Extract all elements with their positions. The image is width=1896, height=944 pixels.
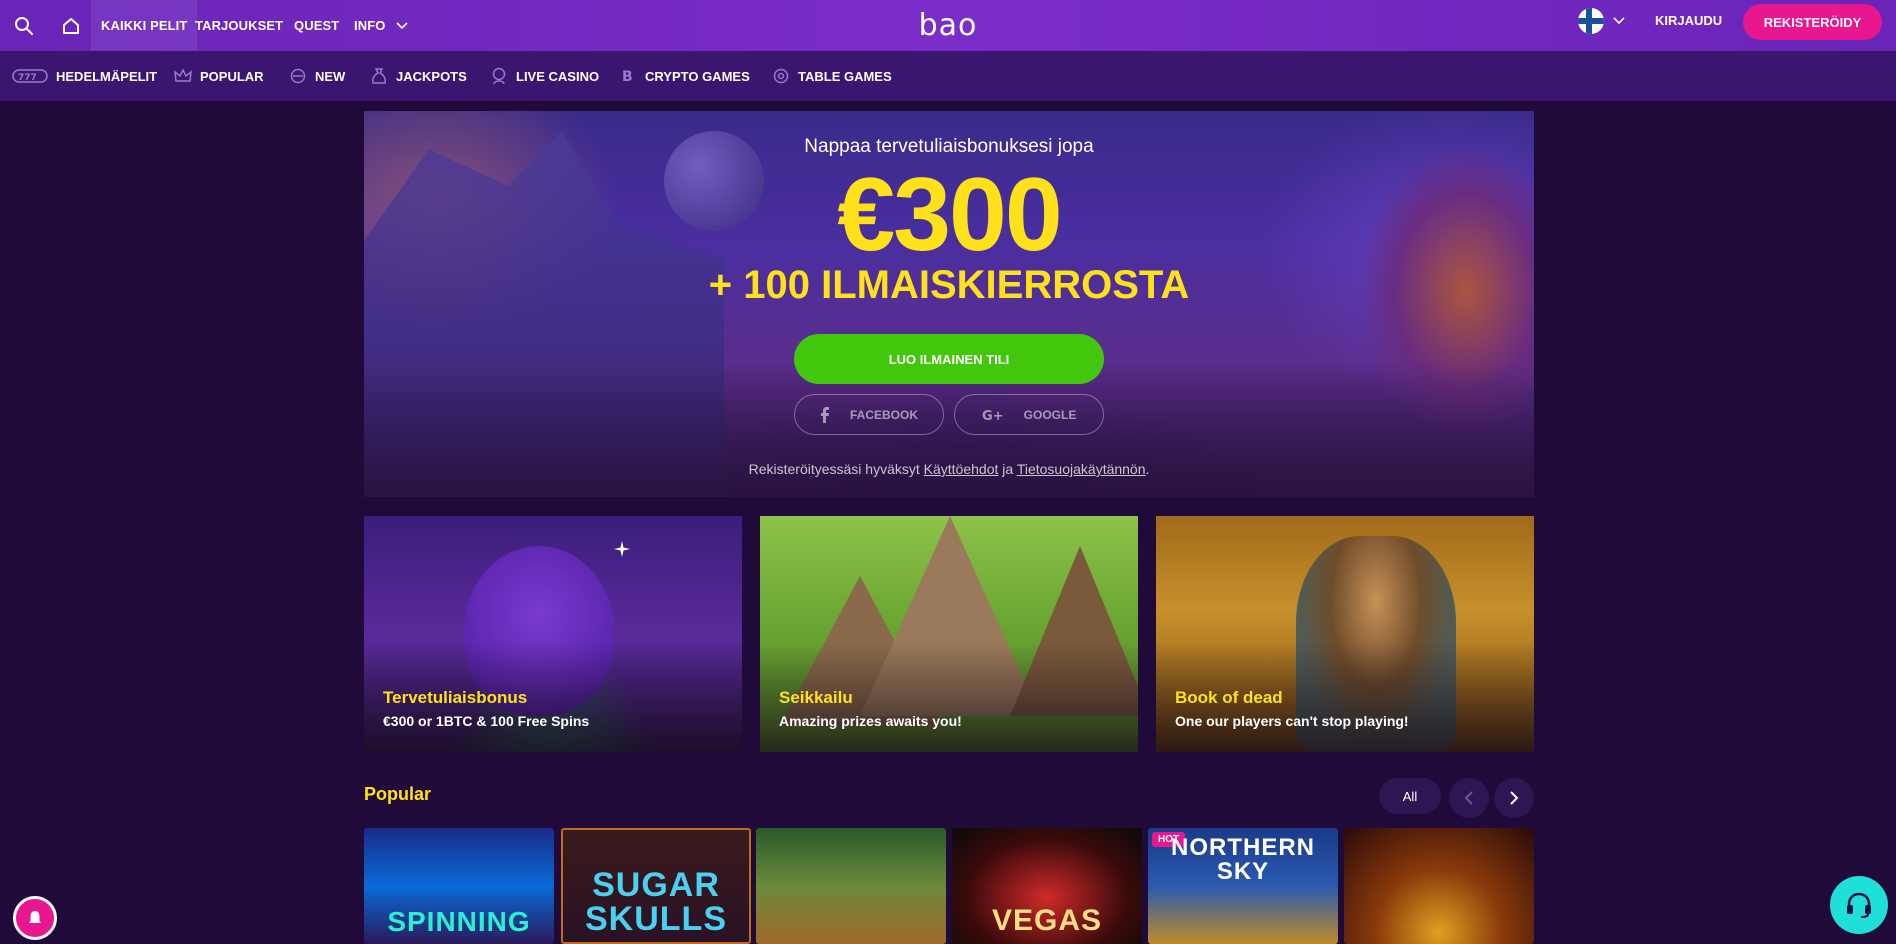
svg-text:B: B: [622, 69, 633, 85]
google-label: GOOGLE: [1023, 407, 1077, 422]
category-fruit-slots[interactable]: 777 HEDELMÄPELIT: [12, 51, 157, 101]
promo-title: Tervetuliaisbonus: [383, 688, 528, 707]
terms-conjunction: ja: [998, 461, 1017, 477]
category-new[interactable]: NEW: [289, 51, 345, 101]
carousel-prev-button[interactable]: [1449, 778, 1489, 818]
promo-title: Seikkailu: [779, 688, 853, 707]
svg-text:G+: G+: [982, 409, 1004, 422]
category-label: TABLE GAMES: [798, 68, 892, 84]
crown-icon: [174, 67, 192, 85]
terms-prefix: Rekisteröityessäsi hyväksyt: [748, 461, 924, 477]
category-label: JACKPOTS: [396, 68, 467, 84]
category-jackpots[interactable]: JACKPOTS: [370, 51, 467, 101]
category-label: LIVE CASINO: [516, 68, 600, 84]
popular-section-title: Popular: [364, 784, 432, 804]
slot-machine-icon: 777: [12, 67, 48, 85]
category-live-casino[interactable]: LIVE CASINO: [490, 51, 599, 101]
promo-card-book-of-dead[interactable]: Book of dead One our players can't stop …: [1156, 516, 1534, 752]
nav-info-label: INFO: [354, 18, 386, 33]
category-label: HEDELMÄPELIT: [56, 68, 158, 84]
promo-subtitle: Amazing prizes awaits you!: [779, 713, 962, 729]
game-thumb[interactable]: SPINNING: [364, 828, 554, 944]
new-badge-icon: [289, 67, 307, 85]
home-button[interactable]: [49, 0, 93, 51]
promo-title: Book of dead: [1175, 688, 1283, 707]
search-button[interactable]: [2, 0, 46, 51]
game-title: VEGAS: [991, 904, 1103, 937]
home-icon: [63, 17, 79, 34]
game-thumb[interactable]: SUGAR SKULLS: [561, 828, 751, 944]
nav-all-games[interactable]: KAIKKI PELIT: [91, 0, 198, 51]
view-all-button[interactable]: All: [1379, 778, 1441, 814]
promo-card-adventure[interactable]: Seikkailu Amazing prizes awaits you!: [760, 516, 1138, 752]
terms-text: Rekisteröityessäsi hyväksyt Käyttöehdot …: [364, 461, 1534, 477]
facebook-label: FACEBOOK: [849, 407, 918, 422]
carousel-next-button[interactable]: [1494, 778, 1534, 818]
headset-icon: [1847, 892, 1871, 918]
banner-subtitle: Nappaa tervetuliaisbonuksesi jopa: [804, 136, 1094, 157]
promo-card-welcome-bonus[interactable]: Tervetuliaisbonus €300 or 1BTC & 100 Fre…: [364, 516, 742, 752]
notification-button[interactable]: [13, 896, 57, 940]
category-crypto-games[interactable]: B CRYPTO GAMES: [619, 51, 750, 101]
category-popular[interactable]: POPULAR: [174, 51, 264, 101]
promo-subtitle: €300 or 1BTC & 100 Free Spins: [383, 713, 590, 729]
search-icon: [15, 16, 33, 35]
game-thumb[interactable]: [1344, 828, 1534, 944]
chevron-right-icon: [1510, 791, 1519, 805]
create-account-button[interactable]: LUO ILMAINEN TILI: [794, 334, 1104, 384]
support-chat-button[interactable]: [1830, 876, 1888, 934]
terms-suffix: .: [1145, 461, 1150, 477]
banner-free-spins: + 100 ILMAISKIERROSTA: [708, 263, 1190, 307]
privacy-policy-link[interactable]: Tietosuojakäytännön: [1017, 461, 1146, 477]
chevron-left-icon: [1464, 791, 1473, 805]
category-label: NEW: [315, 68, 346, 84]
login-link[interactable]: KIRJAUDU: [1655, 0, 1722, 40]
category-table-games[interactable]: TABLE GAMES: [772, 51, 892, 101]
welcome-banner: Nappaa tervetuliaisbonuksesi jopa €300 +…: [364, 111, 1534, 497]
game-title: SUGAR SKULLS: [585, 866, 727, 938]
nav-offers[interactable]: TARJOUKSET: [195, 0, 283, 51]
live-dealer-icon: [490, 67, 508, 85]
game-thumb[interactable]: HOT NORTHERN SKY: [1148, 828, 1338, 944]
category-bar: 777 HEDELMÄPELIT POPULAR NEW JACKPOTS LI…: [0, 51, 1896, 101]
money-bag-icon: [370, 67, 388, 85]
star-sparkle-icon: [614, 541, 630, 557]
google-signup-button[interactable]: G+ GOOGLE: [954, 394, 1104, 435]
google-plus-icon: G+: [982, 409, 1004, 422]
category-label: CRYPTO GAMES: [645, 68, 750, 84]
language-chevron-down-icon[interactable]: [1612, 16, 1626, 26]
banner-bonus-amount: €300: [837, 157, 1062, 273]
game-title: SPINNING: [387, 906, 531, 937]
terms-of-use-link[interactable]: Käyttöehdot: [924, 461, 999, 477]
logo[interactable]: bao: [898, 0, 998, 51]
chevron-down-icon: [396, 21, 409, 29]
nav-quest[interactable]: QUEST: [294, 0, 339, 51]
register-button[interactable]: REKISTERÖIDY: [1743, 4, 1882, 40]
game-title: NORTHERN SKY: [1171, 834, 1315, 885]
top-bar: KAIKKI PELIT TARJOUKSET QUEST INFO bao K…: [0, 0, 1896, 51]
category-label: POPULAR: [200, 68, 264, 84]
game-thumb[interactable]: [756, 828, 946, 944]
bell-icon: [29, 911, 41, 923]
facebook-signup-button[interactable]: FACEBOOK: [794, 394, 944, 435]
facebook-icon: [820, 406, 829, 423]
nav-info[interactable]: INFO: [354, 0, 409, 51]
bitcoin-icon: B: [619, 67, 637, 85]
language-flag-fi[interactable]: [1578, 8, 1604, 34]
promo-subtitle: One our players can't stop playing!: [1175, 713, 1409, 729]
game-thumb[interactable]: VEGAS: [952, 828, 1142, 944]
svg-text:777: 777: [18, 73, 37, 83]
chip-icon: [772, 67, 790, 85]
